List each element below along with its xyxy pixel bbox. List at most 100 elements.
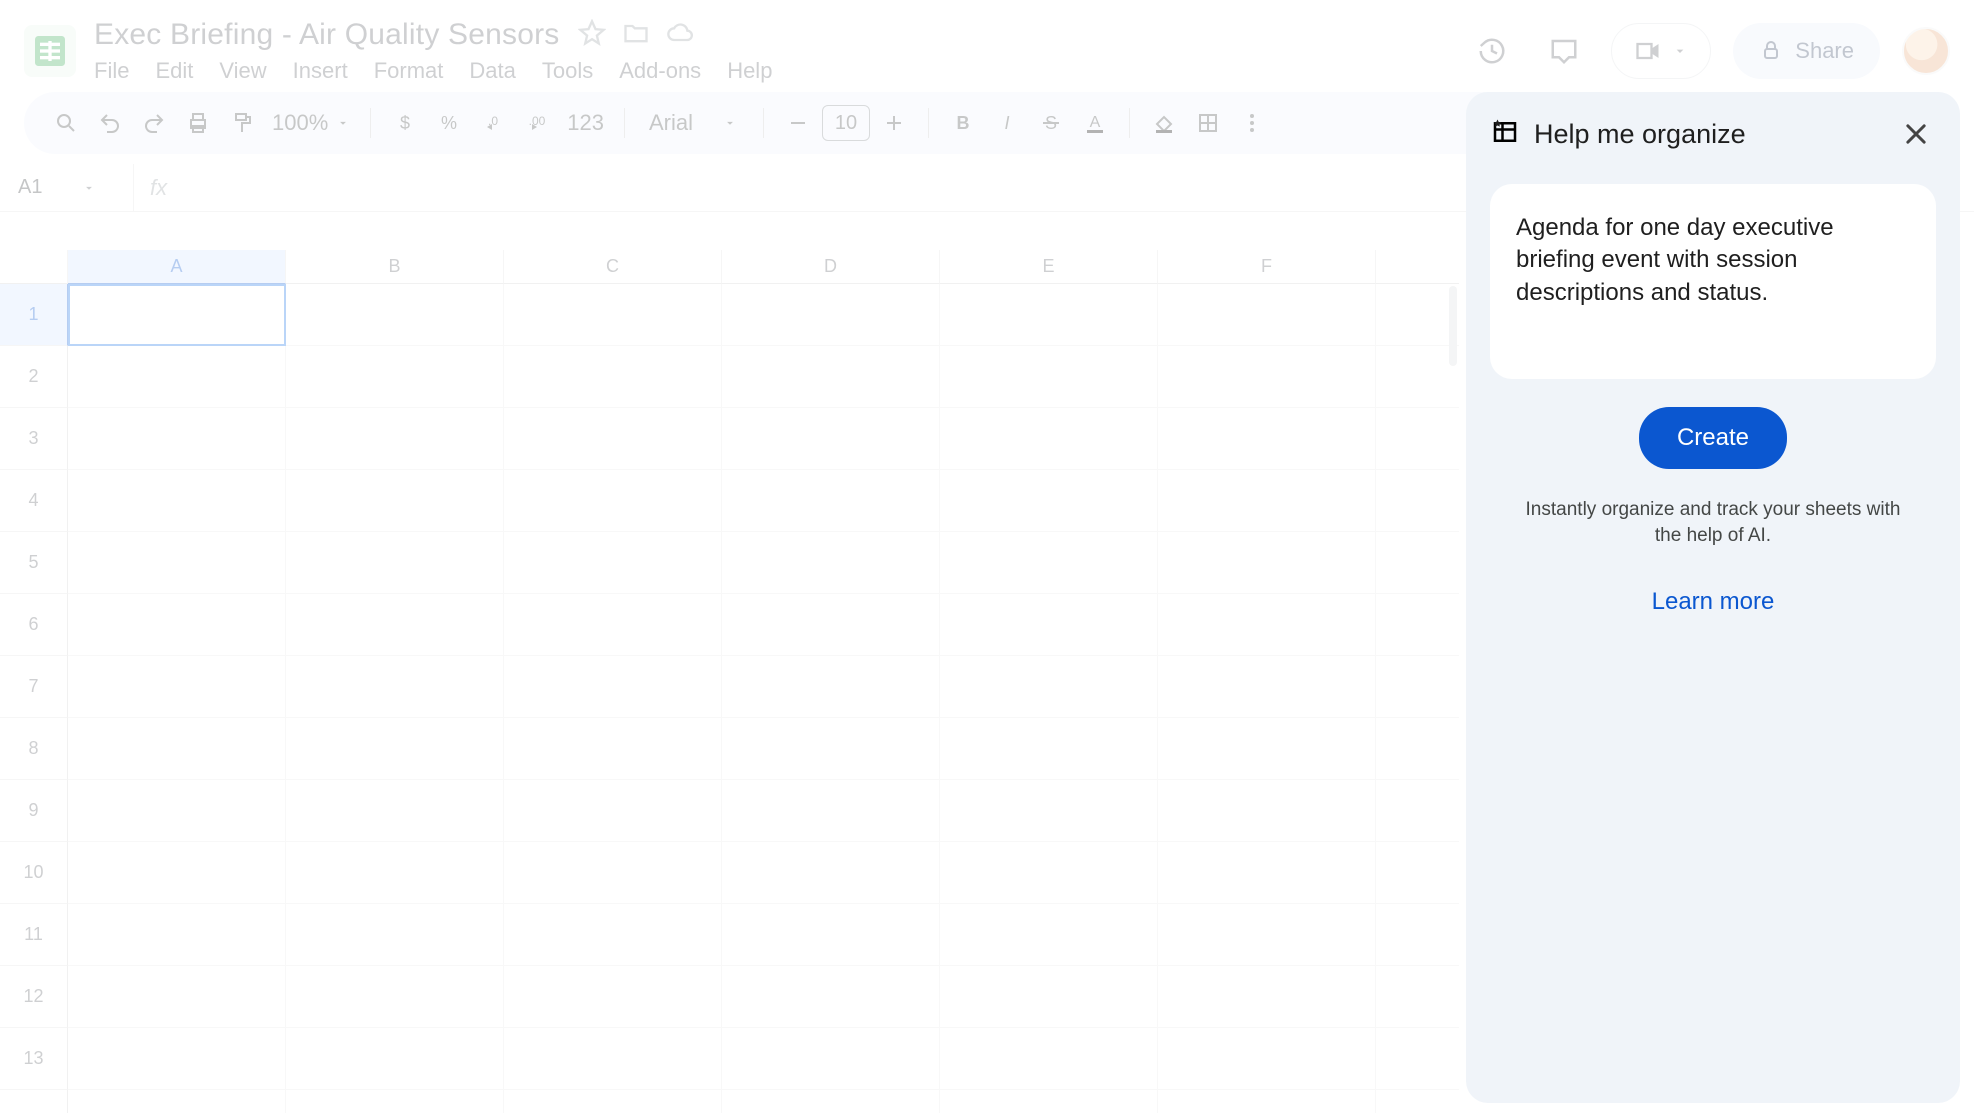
menu-addons[interactable]: Add-ons — [619, 58, 701, 84]
cell[interactable] — [940, 780, 1158, 842]
cell[interactable] — [68, 780, 286, 842]
percent-icon[interactable]: % — [429, 103, 469, 143]
cell[interactable] — [940, 1028, 1158, 1090]
cell[interactable] — [722, 470, 940, 532]
cell[interactable] — [504, 780, 722, 842]
cell[interactable] — [1376, 1028, 1459, 1090]
cell[interactable] — [1158, 408, 1376, 470]
row-header[interactable]: 14 — [0, 1090, 68, 1113]
font-size-input[interactable]: 10 — [822, 105, 870, 141]
cell[interactable] — [504, 1028, 722, 1090]
cell[interactable] — [1376, 904, 1459, 966]
cell[interactable] — [940, 966, 1158, 1028]
decrease-font-icon[interactable] — [778, 103, 818, 143]
column-header[interactable]: D — [722, 250, 940, 284]
cell[interactable] — [68, 470, 286, 532]
cell[interactable] — [286, 408, 504, 470]
row-header[interactable]: 3 — [0, 408, 68, 470]
cell[interactable] — [68, 904, 286, 966]
cell[interactable] — [1376, 408, 1459, 470]
print-icon[interactable] — [178, 103, 218, 143]
menu-insert[interactable]: Insert — [293, 58, 348, 84]
cell[interactable] — [1158, 656, 1376, 718]
menu-view[interactable]: View — [219, 58, 266, 84]
sheets-app-icon[interactable] — [24, 25, 76, 77]
search-icon[interactable] — [46, 103, 86, 143]
cell[interactable] — [940, 656, 1158, 718]
row-header[interactable]: 5 — [0, 532, 68, 594]
cell[interactable] — [286, 718, 504, 780]
cell[interactable] — [68, 842, 286, 904]
borders-icon[interactable] — [1188, 103, 1228, 143]
cell[interactable] — [940, 470, 1158, 532]
row-header[interactable]: 7 — [0, 656, 68, 718]
menu-data[interactable]: Data — [469, 58, 515, 84]
cell[interactable] — [286, 842, 504, 904]
decrease-decimal-icon[interactable]: .0 — [473, 103, 513, 143]
row-header[interactable]: 10 — [0, 842, 68, 904]
menu-help[interactable]: Help — [727, 58, 772, 84]
cell[interactable] — [504, 718, 722, 780]
more-toolbar-icon[interactable] — [1232, 103, 1272, 143]
redo-icon[interactable] — [134, 103, 174, 143]
cell[interactable] — [68, 966, 286, 1028]
cell[interactable] — [722, 408, 940, 470]
column-header[interactable]: E — [940, 250, 1158, 284]
cell[interactable] — [504, 1090, 722, 1113]
increase-font-icon[interactable] — [874, 103, 914, 143]
move-folder-icon[interactable] — [622, 19, 650, 52]
cell[interactable] — [504, 408, 722, 470]
cell[interactable] — [68, 532, 286, 594]
cell[interactable] — [286, 1090, 504, 1113]
spreadsheet-grid[interactable]: ABCDEFG 1234567891011121314 — [0, 250, 1459, 1113]
cell[interactable] — [940, 842, 1158, 904]
close-icon[interactable] — [1896, 114, 1936, 154]
document-title[interactable]: Exec Briefing - Air Quality Sensors — [94, 18, 560, 52]
cell[interactable] — [722, 594, 940, 656]
cell[interactable] — [286, 904, 504, 966]
cell[interactable] — [68, 408, 286, 470]
menu-edit[interactable]: Edit — [155, 58, 193, 84]
zoom-select[interactable]: 100% — [266, 110, 356, 136]
cell[interactable] — [504, 904, 722, 966]
cell[interactable] — [722, 966, 940, 1028]
row-header[interactable]: 1 — [0, 284, 68, 346]
cell[interactable] — [504, 656, 722, 718]
cell[interactable] — [68, 284, 286, 346]
cell[interactable] — [722, 656, 940, 718]
cell[interactable] — [286, 284, 504, 346]
cell[interactable] — [504, 532, 722, 594]
cell[interactable] — [1158, 284, 1376, 346]
cell[interactable] — [1158, 594, 1376, 656]
learn-more-link[interactable]: Learn more — [1490, 588, 1936, 616]
fill-color-icon[interactable] — [1144, 103, 1184, 143]
cell[interactable] — [940, 718, 1158, 780]
cell[interactable] — [940, 284, 1158, 346]
cell[interactable] — [68, 718, 286, 780]
cell[interactable] — [286, 470, 504, 532]
row-header[interactable]: 11 — [0, 904, 68, 966]
cell[interactable] — [1376, 470, 1459, 532]
cell[interactable] — [1158, 470, 1376, 532]
cell[interactable] — [940, 346, 1158, 408]
cell[interactable] — [1376, 718, 1459, 780]
cell[interactable] — [722, 346, 940, 408]
cell[interactable] — [722, 1028, 940, 1090]
row-header[interactable]: 2 — [0, 346, 68, 408]
row-header[interactable]: 12 — [0, 966, 68, 1028]
font-family-select[interactable]: Arial — [639, 110, 749, 136]
cell[interactable] — [940, 1090, 1158, 1113]
select-all-corner[interactable] — [0, 250, 68, 284]
cell[interactable] — [286, 966, 504, 1028]
menu-format[interactable]: Format — [374, 58, 444, 84]
name-box[interactable]: A1 — [4, 164, 134, 212]
cell[interactable] — [940, 594, 1158, 656]
cell[interactable] — [1158, 718, 1376, 780]
history-icon[interactable] — [1467, 26, 1517, 76]
column-header[interactable]: C — [504, 250, 722, 284]
organize-prompt-input[interactable]: Agenda for one day executive briefing ev… — [1490, 184, 1936, 379]
cell[interactable] — [1158, 1028, 1376, 1090]
create-button[interactable]: Create — [1639, 407, 1787, 469]
cell[interactable] — [68, 656, 286, 718]
cell[interactable] — [1376, 780, 1459, 842]
